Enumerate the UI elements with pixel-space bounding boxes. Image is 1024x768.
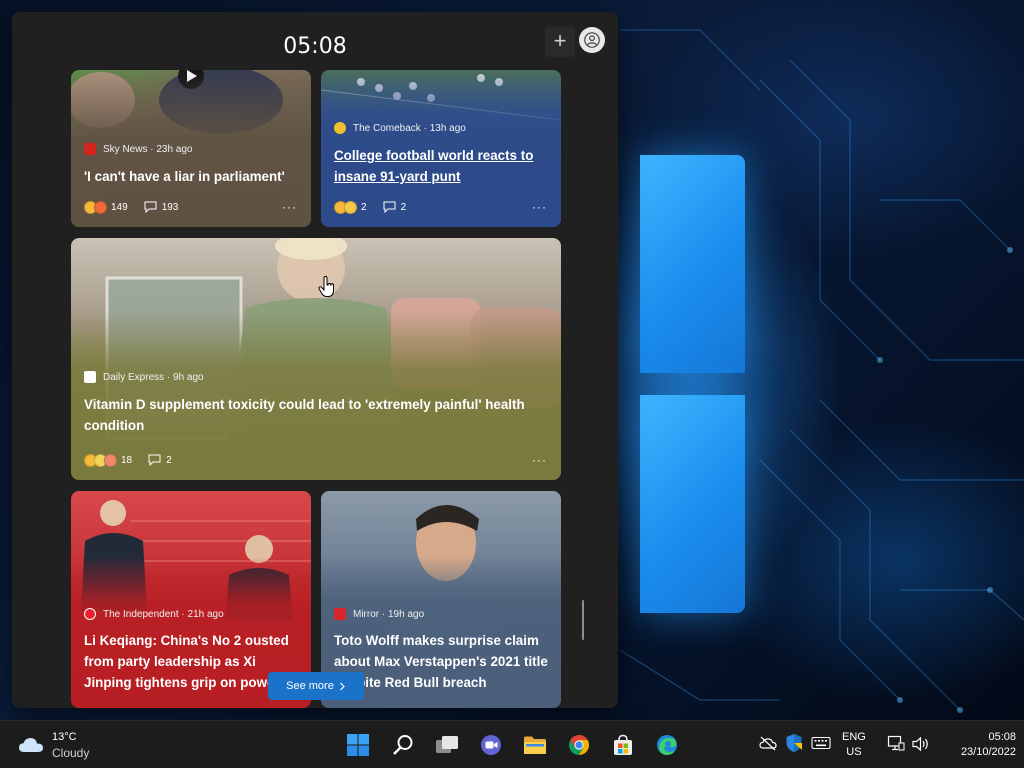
comment-icon xyxy=(148,454,161,466)
taskbar: 13°C Cloudy ENG US 05:08 23/10/2022 xyxy=(0,720,1024,768)
region-code: US xyxy=(846,746,862,758)
comment-count: 2 xyxy=(400,201,407,213)
search-icon[interactable] xyxy=(389,731,417,759)
widgets-clock: 05:08 xyxy=(283,34,347,59)
comment-icon xyxy=(144,201,157,213)
news-source: Sky News xyxy=(103,143,148,155)
comment-count: 193 xyxy=(161,201,179,213)
sky-news-logo-icon xyxy=(84,143,96,155)
independent-logo-icon xyxy=(84,608,96,620)
reactions[interactable]: 18 xyxy=(84,453,148,467)
news-card-footer: 18 2 ··· xyxy=(84,453,547,467)
defender-icon[interactable] xyxy=(785,733,803,753)
news-age: 9h ago xyxy=(173,371,204,383)
news-headline[interactable]: College football world reacts to insane … xyxy=(334,145,549,187)
cloud-icon xyxy=(19,738,43,752)
news-card-footer: 2 2 ··· xyxy=(334,200,547,214)
news-source: The Comeback xyxy=(353,122,421,134)
news-headline[interactable]: 'I can't have a liar in parliament' xyxy=(84,166,299,187)
chevron-right-icon xyxy=(339,682,345,690)
news-source-line: Mirror · 19h ago xyxy=(334,608,424,620)
taskbar-clock[interactable]: 05:08 23/10/2022 xyxy=(940,730,1016,760)
news-source-line: The Independent · 21h ago xyxy=(84,608,224,620)
news-feed: Sky News · 23h ago 'I can't have a liar … xyxy=(12,70,618,708)
news-source: Mirror xyxy=(353,608,380,620)
news-card-express[interactable]: Daily Express · 9h ago Vitamin D supplem… xyxy=(71,238,561,480)
edge-icon[interactable] xyxy=(653,731,681,759)
heart-icon xyxy=(104,453,117,467)
news-headline[interactable]: Vitamin D supplement toxicity could lead… xyxy=(84,394,554,436)
news-card-comeback[interactable]: The Comeback · 13h ago College football … xyxy=(321,70,561,227)
widgets-panel: 05:08 + Sky News · 23h ago 'I can't have… xyxy=(12,12,618,708)
surprised-face-icon xyxy=(344,200,357,214)
more-options-icon[interactable]: ··· xyxy=(282,200,297,214)
news-age: 23h ago xyxy=(156,143,193,155)
reaction-count: 2 xyxy=(361,201,367,213)
comments-button[interactable]: 193 xyxy=(144,201,179,213)
comments-button[interactable]: 2 xyxy=(383,201,407,213)
windows-logo-pane-top xyxy=(640,155,745,373)
angry-face-icon xyxy=(94,200,107,214)
profile-avatar[interactable] xyxy=(579,27,605,53)
file-explorer-icon[interactable] xyxy=(521,731,549,759)
news-source: Daily Express xyxy=(103,371,165,383)
onedrive-offline-icon[interactable] xyxy=(759,735,777,751)
keyboard-icon[interactable] xyxy=(811,736,831,750)
feed-scrollbar[interactable] xyxy=(582,600,584,640)
news-source-line: Sky News · 23h ago xyxy=(84,143,193,155)
news-age: 13h ago xyxy=(429,122,466,134)
news-age: 19h ago xyxy=(388,608,425,620)
more-options-icon[interactable]: ··· xyxy=(532,453,547,467)
weather-temperature: 13°C xyxy=(52,731,77,743)
task-view-icon[interactable] xyxy=(433,731,461,759)
more-options-icon[interactable]: ··· xyxy=(532,200,547,214)
network-icon[interactable] xyxy=(887,735,905,753)
add-widget-button[interactable]: + xyxy=(545,27,575,57)
reaction-count: 18 xyxy=(121,454,133,466)
mirror-logo-icon xyxy=(334,608,346,620)
news-age: 21h ago xyxy=(187,608,224,620)
teams-chat-icon[interactable] xyxy=(477,731,505,759)
comment-icon xyxy=(383,201,396,213)
news-source: The Independent xyxy=(103,608,179,620)
news-source-line: Daily Express · 9h ago xyxy=(84,371,204,383)
start-icon[interactable] xyxy=(344,731,372,759)
reaction-count: 149 xyxy=(111,201,128,213)
see-more-button[interactable]: See more xyxy=(268,672,364,700)
comments-button[interactable]: 2 xyxy=(148,454,172,466)
chrome-icon[interactable] xyxy=(565,731,593,759)
volume-icon[interactable] xyxy=(911,736,931,752)
news-source-line: The Comeback · 13h ago xyxy=(334,122,466,134)
see-more-label: See more xyxy=(286,680,334,692)
windows-logo-pane-bottom xyxy=(640,395,745,613)
reactions[interactable]: 149 xyxy=(84,200,144,214)
person-icon xyxy=(584,32,600,48)
news-card-sky[interactable]: Sky News · 23h ago 'I can't have a liar … xyxy=(71,70,311,227)
comment-count: 2 xyxy=(166,454,172,466)
the-comeback-logo-icon xyxy=(334,122,346,134)
microsoft-store-icon[interactable] xyxy=(609,731,637,759)
hand-cursor-icon xyxy=(318,276,334,297)
news-headline[interactable]: Toto Wolff makes surprise claim about Ma… xyxy=(334,630,554,693)
daily-express-logo-icon xyxy=(84,371,96,383)
weather-condition: Cloudy xyxy=(52,746,90,760)
taskbar-time: 05:08 xyxy=(988,731,1016,743)
input-language-indicator[interactable]: ENG US xyxy=(842,730,866,760)
language-code: ENG xyxy=(842,731,866,743)
reactions[interactable]: 2 xyxy=(334,200,383,214)
weather-widget[interactable]: 13°C Cloudy xyxy=(18,729,89,761)
news-card-footer: 149 193 ··· xyxy=(84,200,297,214)
taskbar-date: 23/10/2022 xyxy=(960,746,1016,758)
